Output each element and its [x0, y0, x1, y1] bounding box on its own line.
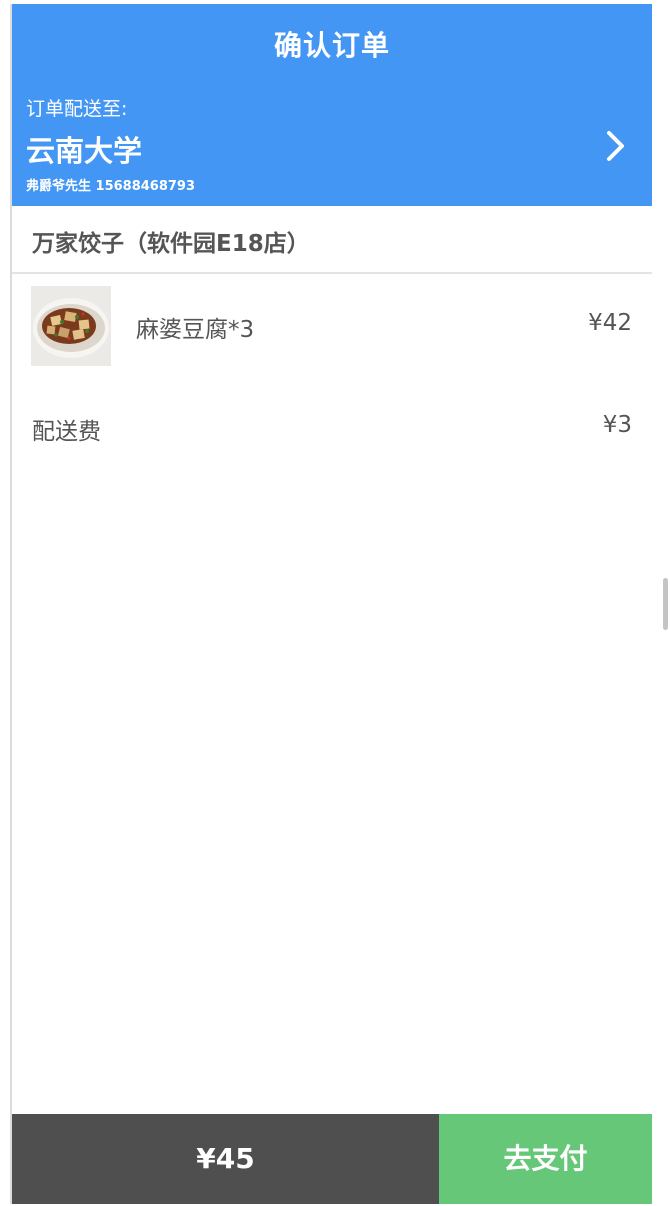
delivery-fee-label: 配送费 — [32, 419, 101, 445]
item-price: ¥42 — [588, 310, 632, 336]
order-item-row: 麻婆豆腐*3 ¥42 — [12, 282, 652, 372]
total-price: ¥45 — [12, 1114, 439, 1204]
page-title: 确认订单 — [273, 29, 390, 62]
address-name[interactable]: 云南大学 — [26, 128, 142, 170]
chevron-right-icon[interactable] — [600, 128, 630, 164]
store-name: 万家饺子（软件园E18店） — [32, 231, 310, 257]
pay-button[interactable]: 去支付 — [439, 1114, 652, 1204]
store-row: 万家饺子（软件园E18店） — [12, 206, 652, 274]
item-name: 麻婆豆腐*3 — [136, 317, 255, 343]
delivery-fee-row: 配送费 ¥3 — [12, 404, 652, 454]
food-thumbnail — [31, 286, 111, 366]
checkout-bar: ¥45 去支付 — [12, 1114, 652, 1204]
address-contact: 弗爵爷先生 15688468793 — [26, 179, 196, 194]
delivery-fee-value: ¥3 — [602, 412, 632, 438]
page-frame: 确认订单 订单配送至: 云南大学 弗爵爷先生 15688468793 万家饺子（… — [0, 0, 670, 1206]
header: 确认订单 订单配送至: 云南大学 弗爵爷先生 15688468793 — [12, 4, 652, 206]
scrollbar-thumb[interactable] — [663, 578, 668, 630]
order-confirm-screen: 确认订单 订单配送至: 云南大学 弗爵爷先生 15688468793 万家饺子（… — [12, 4, 652, 1204]
address-label: 订单配送至: — [26, 98, 128, 120]
